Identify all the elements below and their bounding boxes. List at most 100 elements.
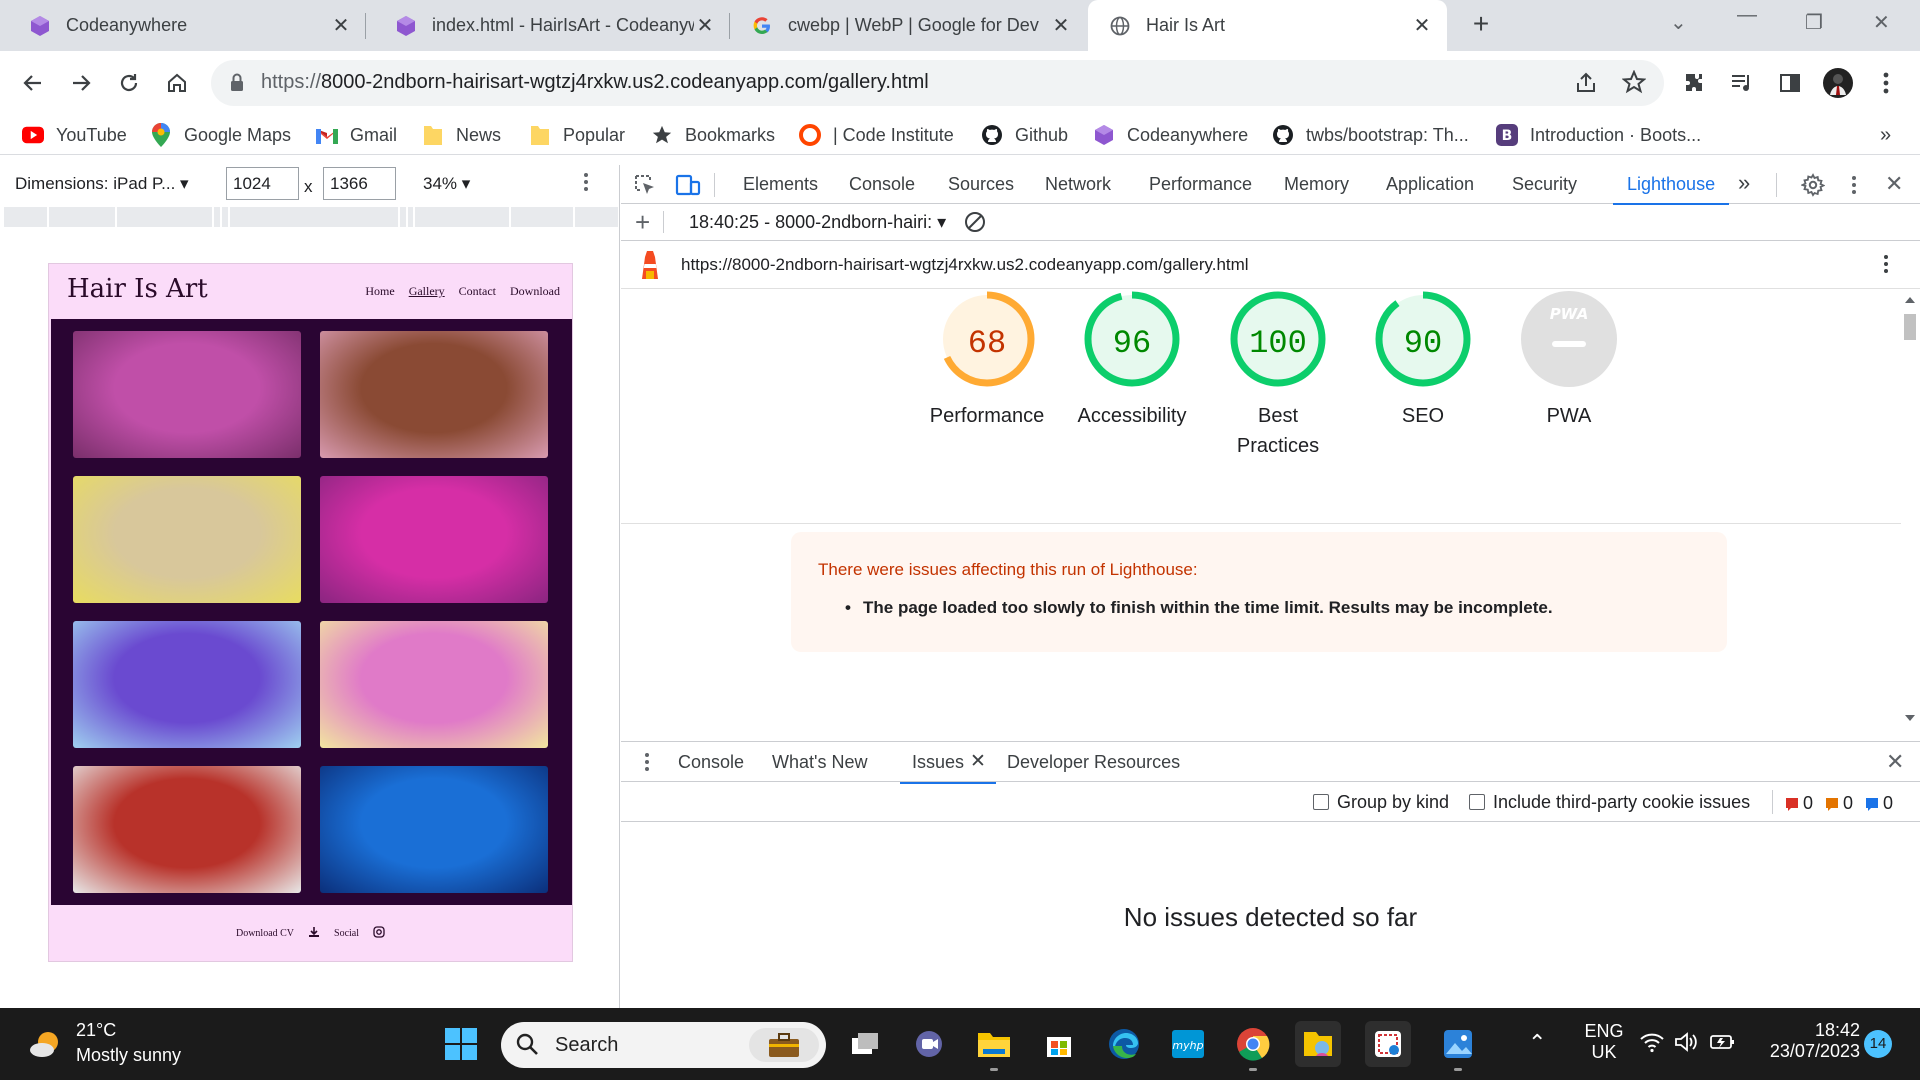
tab-elements[interactable]: Elements xyxy=(743,174,818,195)
instagram-icon[interactable] xyxy=(373,926,385,941)
browser-tab-hair-is-art[interactable]: Hair Is Art ✕ xyxy=(1088,0,1447,51)
restore-icon[interactable]: ❐ xyxy=(1805,10,1823,35)
start-button[interactable] xyxy=(438,1021,484,1067)
myhp-icon[interactable]: myhp xyxy=(1165,1021,1211,1067)
drawer-tab-developer-resources[interactable]: Developer Resources xyxy=(1007,752,1180,773)
devtools-menu-icon[interactable] xyxy=(1851,174,1857,201)
clock[interactable]: 18:42 23/07/2023 xyxy=(1760,1020,1860,1062)
bookmark-google-maps[interactable]: Google Maps xyxy=(150,121,291,149)
tab-application[interactable]: Application xyxy=(1386,174,1474,195)
battery-icon[interactable] xyxy=(1710,1032,1736,1057)
chrome-menu-icon[interactable] xyxy=(1870,67,1902,99)
file-explorer-running-icon[interactable] xyxy=(1295,1021,1341,1067)
bookmark-code-institute[interactable]: | Code Institute xyxy=(799,121,954,149)
tab-sources[interactable]: Sources xyxy=(948,174,1014,195)
gauge-best-practices[interactable]: 100 Best Practices xyxy=(1208,289,1348,461)
device-select[interactable]: Dimensions: iPad P... ▾ xyxy=(15,174,189,194)
third-party-cookie-checkbox[interactable]: Include third-party cookie issues xyxy=(1469,792,1750,813)
nav-contact[interactable]: Contact xyxy=(459,284,496,299)
nav-gallery[interactable]: Gallery xyxy=(409,284,445,299)
close-tab-icon[interactable]: ✕ xyxy=(694,13,716,38)
device-height-input[interactable]: 1366 xyxy=(323,167,396,200)
new-report-button[interactable]: + xyxy=(635,207,650,238)
microsoft-store-icon[interactable] xyxy=(1036,1021,1082,1067)
media-control-icon[interactable] xyxy=(1726,67,1758,99)
wifi-icon[interactable] xyxy=(1640,1031,1664,1058)
drawer-tab-issues[interactable]: Issues xyxy=(899,752,997,784)
bookmark-gmail[interactable]: Gmail xyxy=(316,121,397,149)
more-tabs-icon[interactable]: » xyxy=(1738,170,1750,196)
gauge-pwa[interactable]: PWA PWA xyxy=(1499,289,1639,431)
footer-download-cv[interactable]: Download CV xyxy=(236,928,294,939)
bookmark-folder-news[interactable]: News xyxy=(422,121,501,149)
close-issues-tab-icon[interactable]: ✕ xyxy=(970,750,986,773)
bookmark-star-icon[interactable] xyxy=(1621,69,1647,99)
weather-desc[interactable]: Mostly sunny xyxy=(76,1045,181,1066)
tab-network[interactable]: Network xyxy=(1045,174,1111,195)
share-icon[interactable] xyxy=(1574,71,1598,100)
snipping-tool-icon[interactable] xyxy=(1365,1021,1411,1067)
tab-memory[interactable]: Memory xyxy=(1284,174,1349,195)
photos-icon[interactable] xyxy=(1435,1021,1481,1071)
browser-tab-index[interactable]: index.html - HairIsArt - Codeanyw ✕ xyxy=(366,0,730,51)
file-explorer-icon[interactable] xyxy=(971,1021,1017,1071)
media-query-bar[interactable] xyxy=(4,207,618,227)
gauge-performance[interactable]: 68 Performance xyxy=(917,289,1057,431)
new-tab-button[interactable]: + xyxy=(1464,6,1498,44)
notification-badge[interactable]: 14 xyxy=(1864,1030,1892,1058)
device-options-icon[interactable] xyxy=(583,171,589,198)
edge-icon[interactable] xyxy=(1101,1021,1147,1067)
bookmark-codeanywhere[interactable]: Codeanywhere xyxy=(1093,121,1248,149)
window-close-icon[interactable]: ✕ xyxy=(1873,10,1890,35)
taskbar-search[interactable]: Search xyxy=(501,1022,826,1068)
footer-social[interactable]: Social xyxy=(334,928,359,939)
back-button[interactable] xyxy=(17,67,49,99)
side-panel-icon[interactable] xyxy=(1774,67,1806,99)
home-button[interactable] xyxy=(161,67,193,99)
nav-download[interactable]: Download xyxy=(510,284,560,299)
report-select[interactable]: 18:40:25 - 8000-2ndborn-hairi: ▾ xyxy=(689,212,946,233)
device-width-input[interactable]: 1024 xyxy=(226,167,299,200)
address-bar[interactable]: https://8000-2ndborn-hairisart-wgtzj4rxk… xyxy=(211,60,1664,106)
close-tab-icon[interactable]: ✕ xyxy=(1050,13,1072,38)
bookmark-bookmarks[interactable]: Bookmarks xyxy=(651,121,775,149)
inspect-element-icon[interactable] xyxy=(633,173,657,202)
gauge-seo[interactable]: 90 SEO xyxy=(1353,289,1493,431)
tab-lighthouse[interactable]: Lighthouse xyxy=(1612,174,1730,205)
volume-icon[interactable] xyxy=(1674,1031,1698,1058)
device-toggle-icon[interactable] xyxy=(675,173,701,202)
minimize-icon[interactable]: — xyxy=(1737,4,1757,27)
close-drawer-icon[interactable]: ✕ xyxy=(1886,749,1904,775)
lock-icon[interactable] xyxy=(229,72,245,97)
clear-reports-icon[interactable] xyxy=(963,210,987,239)
close-tab-icon[interactable]: ✕ xyxy=(1411,13,1433,38)
download-icon[interactable] xyxy=(308,926,320,941)
tab-console[interactable]: Console xyxy=(849,174,915,195)
issue-counters[interactable]: 0 0 0 xyxy=(1785,793,1893,814)
bookmark-folder-popular[interactable]: Popular xyxy=(529,121,625,149)
forward-button[interactable] xyxy=(65,67,97,99)
report-url[interactable]: https://8000-2ndborn-hairisart-wgtzj4rxk… xyxy=(681,255,1249,275)
drawer-tab-console[interactable]: Console xyxy=(678,752,744,773)
profile-avatar[interactable] xyxy=(1822,67,1854,99)
bookmark-youtube[interactable]: YouTube xyxy=(22,121,127,149)
nav-home[interactable]: Home xyxy=(365,284,394,299)
teams-chat-icon[interactable] xyxy=(906,1021,952,1067)
bookmarks-overflow-button[interactable]: » xyxy=(1880,121,1891,149)
close-tab-icon[interactable]: ✕ xyxy=(330,13,352,38)
browser-tab-codeanywhere[interactable]: Codeanywhere ✕ xyxy=(0,0,366,51)
extensions-icon[interactable] xyxy=(1678,67,1710,99)
tab-performance[interactable]: Performance xyxy=(1149,174,1252,195)
drawer-menu-icon[interactable] xyxy=(644,752,650,777)
reload-button[interactable] xyxy=(113,67,145,99)
close-devtools-icon[interactable]: ✕ xyxy=(1885,171,1903,197)
tab-search-icon[interactable]: ⌄ xyxy=(1670,10,1687,35)
browser-tab-cwebp[interactable]: cwebp | WebP | Google for Dev ✕ xyxy=(730,0,1086,51)
site-logo[interactable]: Hair Is Art xyxy=(67,274,208,304)
gauge-accessibility[interactable]: 96 Accessibility xyxy=(1062,289,1202,431)
weather-temp[interactable]: 21°C xyxy=(76,1020,116,1041)
group-by-kind-checkbox[interactable]: Group by kind xyxy=(1313,792,1449,813)
bookmark-github[interactable]: Github xyxy=(981,121,1068,149)
settings-gear-icon[interactable] xyxy=(1800,173,1826,202)
drawer-tab-whats-new[interactable]: What's New xyxy=(772,752,867,773)
